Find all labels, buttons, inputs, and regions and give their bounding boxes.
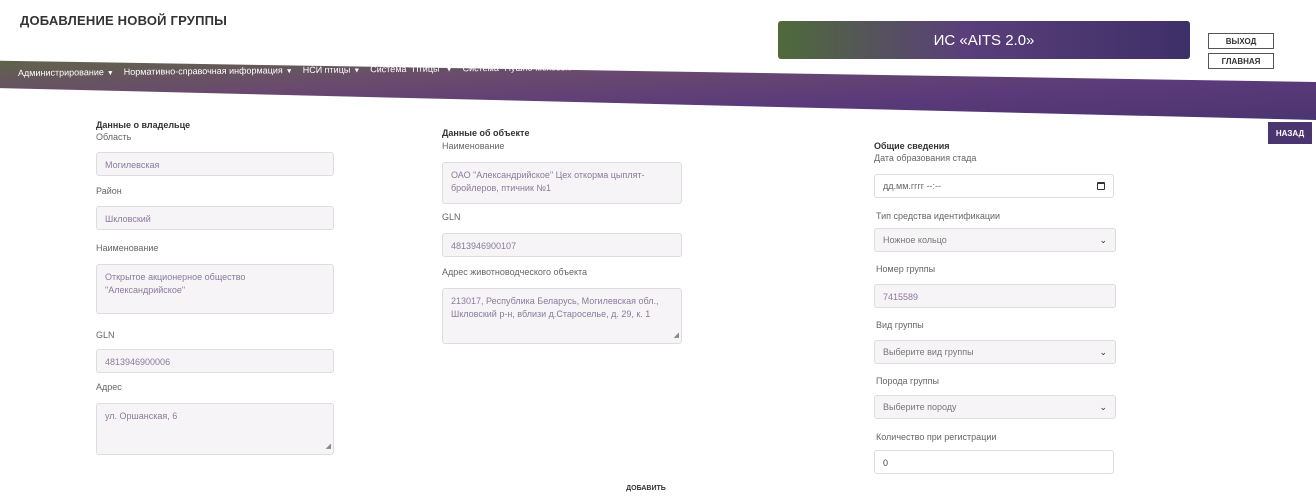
general-section-title: Общие сведения bbox=[874, 141, 950, 151]
add-button[interactable]: ДОБАВИТЬ bbox=[616, 479, 676, 497]
nav-item-poultry-system[interactable]: Система "Птицы" ▼ bbox=[370, 63, 453, 75]
owner-name-label: Наименование bbox=[96, 243, 159, 253]
page-title: ДОБАВЛЕНИЕ НОВОЙ ГРУППЫ bbox=[20, 13, 228, 28]
owner-gln-label: GLN bbox=[96, 330, 115, 340]
nav-item-reference-info[interactable]: Нормативно-справочная информация ▼ bbox=[124, 65, 293, 77]
group-kind-label: Вид группы bbox=[876, 320, 924, 330]
group-number-field[interactable]: 7415589 bbox=[874, 284, 1116, 308]
owner-section-title: Данные о владельце bbox=[96, 120, 191, 130]
nav-item-fur-system[interactable]: Система "Пушно-меховые" ▼ bbox=[463, 62, 586, 73]
date-field[interactable]: дд.мм.гггг --:-- bbox=[874, 174, 1114, 198]
region-field[interactable]: Могилевская bbox=[96, 152, 334, 176]
object-gln-field[interactable]: 4813946900107 bbox=[442, 233, 682, 257]
object-address-field[interactable]: 213017, Республика Беларусь, Могилевская… bbox=[442, 288, 682, 344]
object-address-label: Адрес животноводческого объекта bbox=[442, 267, 588, 277]
object-name-field[interactable]: ОАО "Александрийское" Цех откорма цыплят… bbox=[442, 162, 682, 204]
owner-gln-field[interactable]: 4813946900006 bbox=[96, 349, 334, 373]
breed-label: Порода группы bbox=[876, 376, 939, 386]
id-type-select[interactable]: Ножное кольцо ⌄ bbox=[874, 228, 1116, 252]
caret-down-icon: ▼ bbox=[106, 69, 114, 78]
breed-select[interactable]: Выберите породу ⌄ bbox=[874, 395, 1116, 419]
exit-button[interactable]: ВЫХОД bbox=[1208, 33, 1274, 49]
chevron-down-icon: ⌄ bbox=[1099, 234, 1107, 245]
chevron-down-icon: ⌄ bbox=[1099, 346, 1107, 357]
resize-handle-icon[interactable]: ◢ bbox=[326, 440, 331, 453]
calendar-icon[interactable] bbox=[1097, 182, 1105, 190]
object-section-title: Данные об объекте bbox=[442, 128, 530, 138]
caret-down-icon: ▼ bbox=[285, 68, 293, 76]
count-field[interactable]: 0 bbox=[874, 450, 1114, 474]
main-button[interactable]: ГЛАВНАЯ bbox=[1208, 53, 1274, 69]
back-button[interactable]: НАЗАД bbox=[1268, 122, 1312, 144]
id-type-label: Тип средства идентификации bbox=[876, 211, 1001, 221]
owner-name-field[interactable]: Открытое акционерное общество "Александр… bbox=[96, 264, 334, 314]
app-banner: ИС «AITS 2.0» bbox=[778, 21, 1190, 59]
district-label: Район bbox=[96, 186, 122, 196]
chevron-down-icon: ⌄ bbox=[1099, 401, 1107, 412]
object-name-label: Наименование bbox=[442, 141, 505, 151]
caret-down-icon: ▼ bbox=[578, 65, 586, 73]
caret-down-icon: ▼ bbox=[445, 66, 453, 74]
owner-address-label: Адрес bbox=[96, 382, 122, 392]
region-label: Область bbox=[96, 132, 132, 142]
object-gln-label: GLN bbox=[442, 212, 461, 222]
date-label: Дата образования стада bbox=[874, 153, 977, 163]
resize-handle-icon[interactable]: ◢ bbox=[674, 329, 679, 342]
owner-address-field[interactable]: ул. Оршанская, 6 ◢ bbox=[96, 403, 334, 455]
nav-item-administration[interactable]: Администрирование ▼ bbox=[18, 67, 114, 78]
group-number-label: Номер группы bbox=[876, 264, 936, 274]
count-label: Количество при регистрации bbox=[876, 432, 997, 442]
district-field[interactable]: Шкловский bbox=[96, 206, 334, 230]
group-kind-select[interactable]: Выберите вид группы ⌄ bbox=[874, 340, 1116, 364]
caret-down-icon: ▼ bbox=[353, 67, 361, 75]
nav-item-poultry-nsi[interactable]: НСИ птицы ▼ bbox=[303, 64, 361, 75]
